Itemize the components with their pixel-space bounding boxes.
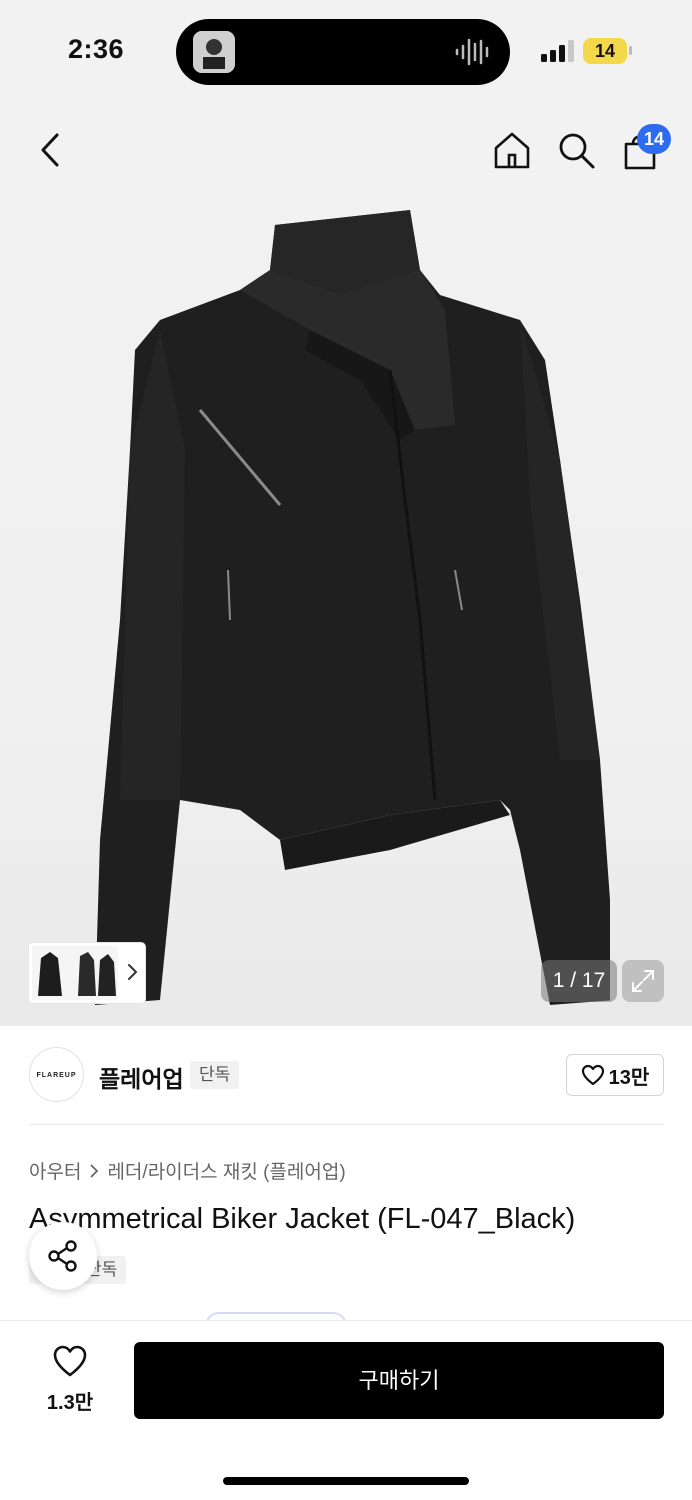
breadcrumb-subcategory[interactable]: 레더/라이더스 재킷 (플레어업): [107, 1157, 345, 1184]
cart-count-badge: 14: [637, 124, 671, 154]
brand-like-button[interactable]: 13만: [566, 1054, 664, 1096]
now-playing-artwork: [193, 31, 235, 73]
divider: [29, 1124, 664, 1125]
heart-icon: [53, 1345, 87, 1377]
battery-cap: [629, 46, 632, 55]
breadcrumb: 아우터 레더/라이더스 재킷 (플레어업): [29, 1157, 346, 1184]
home-icon: [494, 132, 530, 169]
wishlist-button[interactable]: 1.3만: [40, 1344, 100, 1416]
buy-button[interactable]: 구매하기: [134, 1342, 664, 1419]
heart-icon: [581, 1064, 604, 1086]
breadcrumb-category[interactable]: 아우터: [29, 1157, 81, 1184]
search-icon: [559, 133, 595, 169]
status-bar: 2:36 14: [0, 0, 692, 100]
brand-logo[interactable]: FLAREUP: [29, 1047, 84, 1102]
expand-icon: [632, 970, 654, 992]
back-button[interactable]: [26, 126, 74, 174]
home-indicator: [223, 1477, 469, 1485]
product-title: Asymmetrical Biker Jacket (FL-047_Black): [29, 1203, 576, 1235]
cellular-signal-icon: [541, 40, 574, 62]
wishlist-count: 1.3만: [46, 1392, 94, 1414]
share-button[interactable]: [29, 1222, 97, 1290]
search-button[interactable]: [552, 126, 600, 174]
image-counter: 1 / 17: [541, 960, 617, 1002]
chevron-right-icon: [90, 1163, 99, 1178]
home-button[interactable]: [488, 126, 536, 174]
expand-button[interactable]: [622, 960, 664, 1002]
audio-wave-icon: [455, 38, 489, 66]
brand-like-count: 13만: [608, 1066, 650, 1089]
thumbnail-strip[interactable]: [29, 943, 145, 1003]
share-icon: [48, 1240, 77, 1272]
thumbnail-image: [32, 946, 118, 1000]
back-icon: [41, 133, 59, 167]
battery-indicator: 14: [583, 38, 627, 64]
chevron-right-icon: [128, 964, 138, 980]
brand-name[interactable]: 플레어업: [99, 1060, 184, 1094]
exclusive-tag: 단독: [190, 1061, 240, 1089]
status-time: 2:36: [68, 34, 125, 64]
jacket-image: [95, 210, 610, 1005]
dynamic-island[interactable]: [176, 19, 510, 85]
